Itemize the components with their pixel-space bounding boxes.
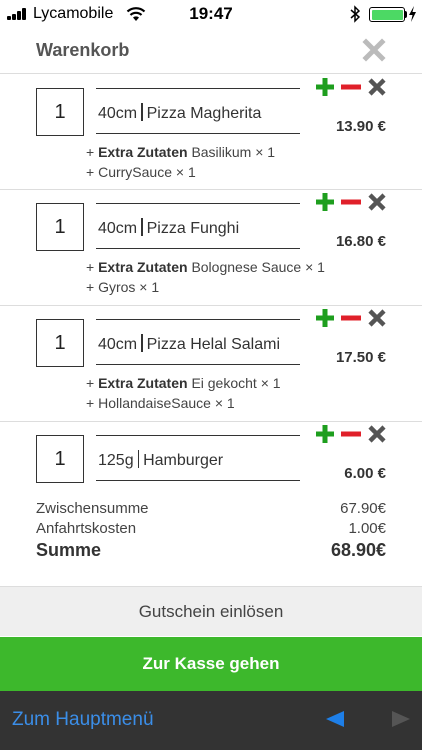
- close-icon[interactable]: [362, 38, 386, 62]
- item-title: 40cm Pizza Funghi: [96, 203, 300, 249]
- item-name-text: 40cm Pizza Funghi: [98, 218, 239, 238]
- cart-item: 1 40cm Pizza Helal Salami 17.50 € + Extra…: [0, 307, 422, 422]
- separator: [137, 450, 140, 468]
- separator: [141, 334, 143, 352]
- triangle-left-icon[interactable]: [326, 711, 344, 727]
- quantity-field[interactable]: 1: [36, 319, 84, 367]
- extras-label: Extra Zutaten: [98, 259, 188, 275]
- extras-value: Basilikum × 1: [191, 144, 276, 160]
- battery-cap: [404, 11, 407, 18]
- extras-line: + Gyros × 1: [86, 279, 160, 295]
- close-icon[interactable]: [366, 76, 388, 98]
- battery-fill: [371, 9, 403, 20]
- extras-value: Ei gekocht × 1: [191, 375, 281, 391]
- item-extras: + Extra Zutaten Basilikum × 1 + CurrySau…: [86, 142, 275, 182]
- minus-icon[interactable]: [340, 307, 362, 329]
- delivery-value: 1.00€: [348, 520, 386, 537]
- separator: [141, 218, 143, 236]
- plus-icon[interactable]: [314, 423, 336, 445]
- item-name: Hamburger: [143, 452, 224, 469]
- status-bar: Lycamobile 19:47: [0, 0, 422, 28]
- main-menu-link[interactable]: Zum Hauptmenü: [12, 709, 154, 731]
- subtotal-row: Zwischensumme 67.90€: [36, 500, 386, 520]
- item-name: Pizza Magherita: [146, 105, 262, 122]
- item-name-text: 125g Hamburger: [98, 450, 223, 470]
- item-price: 17.50 €: [335, 349, 386, 366]
- extras-value: CurrySauce × 1: [98, 164, 196, 180]
- item-price: 6.00 €: [344, 465, 386, 482]
- close-icon[interactable]: [366, 423, 388, 445]
- cart-item: 1 125g Hamburger 6.00 €: [0, 423, 422, 493]
- extras-value: HollandaiseSauce × 1: [98, 395, 235, 411]
- item-price: 16.80 €: [335, 233, 386, 250]
- triangle-right-icon[interactable]: [392, 711, 410, 727]
- extras-line: + HollandaiseSauce × 1: [86, 395, 235, 411]
- bottom-nav: Zum Hauptmenü: [0, 691, 422, 750]
- checkout-button[interactable]: Zur Kasse gehen: [0, 637, 422, 691]
- item-name-text: 40cm Pizza Helal Salami: [98, 334, 280, 354]
- delivery-row: Anfahrtskosten 1.00€: [36, 520, 386, 540]
- cart-item: 1 40cm Pizza Magherita 13.90 € + Extra Zu…: [0, 76, 422, 190]
- total-row: Summe 68.90€: [36, 540, 386, 566]
- item-size: 125g: [98, 452, 134, 469]
- subtotal-value: 67.90€: [340, 500, 386, 517]
- cart-item: 1 40cm Pizza Funghi 16.80 € + Extra Zutat…: [0, 191, 422, 306]
- quantity-field[interactable]: 1: [36, 435, 84, 483]
- total-label: Summe: [36, 540, 102, 560]
- quantity-field[interactable]: 1: [36, 88, 84, 136]
- page-title: Warenkorb: [36, 40, 130, 60]
- extras-label: Extra Zutaten: [98, 375, 188, 391]
- charging-icon: [409, 6, 416, 22]
- plus-icon[interactable]: [314, 191, 336, 213]
- total-value: 68.90€: [330, 540, 386, 560]
- battery-icon: [369, 7, 405, 22]
- item-extras: + Extra Zutaten Ei gekocht × 1 + Holland…: [86, 373, 281, 413]
- item-name: Pizza Helal Salami: [146, 336, 281, 353]
- extras-line: + Extra Zutaten Bolognese Sauce × 1: [86, 259, 325, 275]
- item-extras: + Extra Zutaten Bolognese Sauce × 1 + Gy…: [86, 257, 325, 297]
- item-size: 40cm: [98, 105, 138, 122]
- extras-line: + Extra Zutaten Basilikum × 1: [86, 144, 276, 160]
- extras-value: Gyros × 1: [98, 279, 160, 295]
- cart-header: Warenkorb: [0, 28, 422, 74]
- item-name: Pizza Funghi: [146, 220, 240, 237]
- extras-line: + CurrySauce × 1: [86, 164, 196, 180]
- minus-icon[interactable]: [340, 423, 362, 445]
- item-title: 40cm Pizza Helal Salami: [96, 319, 300, 365]
- extras-label: Extra Zutaten: [98, 144, 188, 160]
- minus-icon[interactable]: [340, 76, 362, 98]
- order-summary: Zwischensumme 67.90€ Anfahrtskosten 1.00…: [36, 500, 386, 566]
- item-size: 40cm: [98, 336, 138, 353]
- plus-icon[interactable]: [314, 307, 336, 329]
- bluetooth-icon: [350, 5, 360, 23]
- item-size: 40cm: [98, 220, 138, 237]
- extras-value: Bolognese Sauce × 1: [191, 259, 325, 275]
- separator: [141, 103, 143, 121]
- item-title: 40cm Pizza Magherita: [96, 88, 300, 134]
- delivery-label: Anfahrtskosten: [36, 520, 137, 537]
- plus-icon[interactable]: [314, 76, 336, 98]
- minus-icon[interactable]: [340, 191, 362, 213]
- voucher-button[interactable]: Gutschein einlösen: [0, 586, 422, 636]
- extras-line: + Extra Zutaten Ei gekocht × 1: [86, 375, 281, 391]
- close-icon[interactable]: [366, 191, 388, 213]
- subtotal-label: Zwischensumme: [36, 500, 149, 517]
- close-icon[interactable]: [366, 307, 388, 329]
- quantity-field[interactable]: 1: [36, 203, 84, 251]
- item-name-text: 40cm Pizza Magherita: [98, 103, 261, 123]
- item-title: 125g Hamburger: [96, 435, 300, 481]
- item-price: 13.90 €: [335, 118, 386, 135]
